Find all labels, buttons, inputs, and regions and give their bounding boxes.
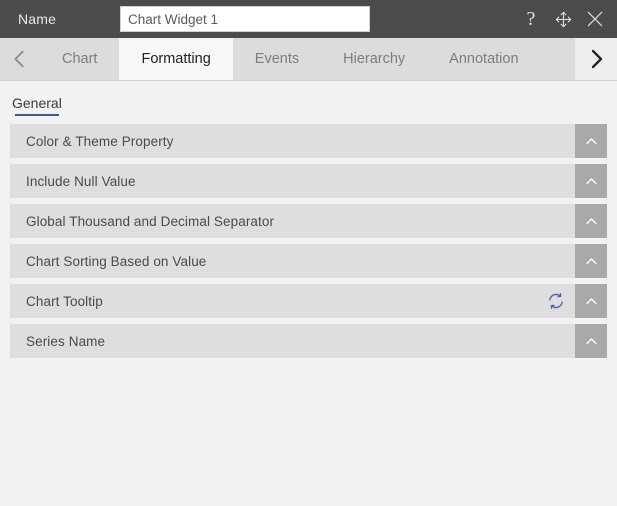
formatting-section-list: Color & Theme Property Include Null Valu… xyxy=(0,119,617,358)
accordion-row-series-name[interactable]: Series Name xyxy=(10,324,607,358)
titlebar-actions: ? xyxy=(521,0,605,38)
widget-title-bar: Name ? xyxy=(0,0,617,38)
accordion-title: Series Name xyxy=(26,333,106,349)
tab-bar: Chart Formatting Events Hierarchy Annota… xyxy=(0,38,617,81)
tab-scroll-prev-button[interactable] xyxy=(0,38,40,80)
accordion-expand-toggle[interactable] xyxy=(575,324,607,358)
accordion-row-color-theme-property[interactable]: Color & Theme Property xyxy=(10,124,607,158)
accordion-row-chart-tooltip[interactable]: Chart Tooltip xyxy=(10,284,607,318)
accordion-row-chart-sorting-based-on-value[interactable]: Chart Sorting Based on Value xyxy=(10,244,607,278)
help-icon[interactable]: ? xyxy=(521,9,541,29)
accordion-title: Chart Sorting Based on Value xyxy=(26,253,207,269)
tab-list: Chart Formatting Events Hierarchy Annota… xyxy=(40,38,541,80)
accordion-title: Include Null Value xyxy=(26,173,136,189)
accordion-title: Chart Tooltip xyxy=(26,293,103,309)
close-icon[interactable] xyxy=(585,9,605,29)
tab-chart[interactable]: Chart xyxy=(40,38,119,80)
sub-tab-bar: General xyxy=(0,81,617,119)
tab-scroll-next-button[interactable] xyxy=(575,38,617,80)
tab-events[interactable]: Events xyxy=(233,38,321,80)
tab-annotation[interactable]: Annotation xyxy=(427,38,540,80)
refresh-icon[interactable] xyxy=(547,292,565,310)
accordion-title: Global Thousand and Decimal Separator xyxy=(26,213,275,229)
accordion-expand-toggle[interactable] xyxy=(575,164,607,198)
name-label: Name xyxy=(18,11,57,27)
tab-hierarchy[interactable]: Hierarchy xyxy=(321,38,427,80)
accordion-expand-toggle[interactable] xyxy=(575,284,607,318)
tab-formatting[interactable]: Formatting xyxy=(119,38,233,80)
widget-name-input[interactable] xyxy=(120,6,370,32)
move-icon[interactable] xyxy=(553,9,573,29)
accordion-expand-toggle[interactable] xyxy=(575,244,607,278)
accordion-row-global-thousand-and-decimal-separator[interactable]: Global Thousand and Decimal Separator xyxy=(10,204,607,238)
accordion-extra-actions xyxy=(547,284,575,318)
accordion-title: Color & Theme Property xyxy=(26,133,174,149)
accordion-expand-toggle[interactable] xyxy=(575,204,607,238)
accordion-row-include-null-value[interactable]: Include Null Value xyxy=(10,164,607,198)
accordion-expand-toggle[interactable] xyxy=(575,124,607,158)
sub-tab-general[interactable]: General xyxy=(12,95,62,116)
